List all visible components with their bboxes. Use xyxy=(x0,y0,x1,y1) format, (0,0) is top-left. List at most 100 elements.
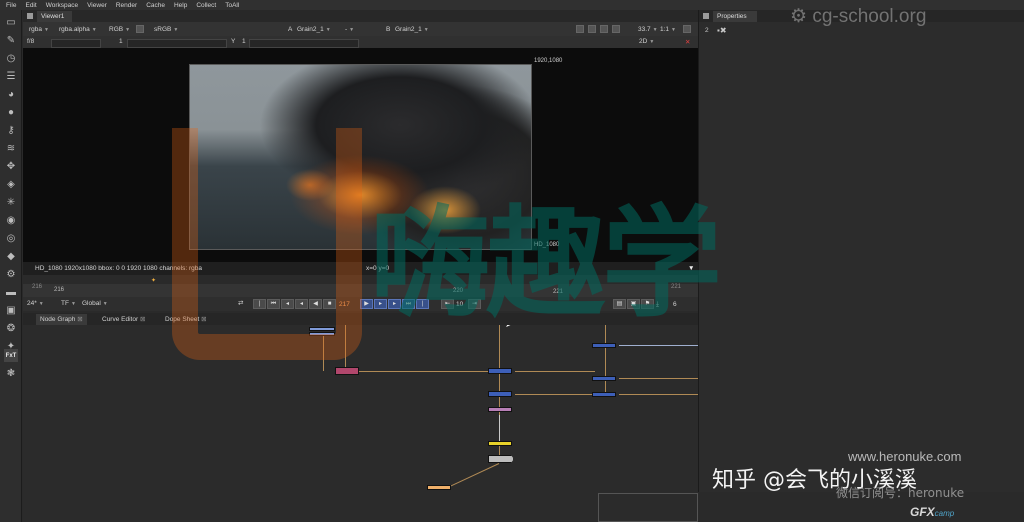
tab-viewer1[interactable]: Viewer1 xyxy=(37,11,73,22)
menu-toall[interactable]: ToAll xyxy=(225,2,239,9)
render-icon[interactable] xyxy=(600,25,608,33)
menu-file[interactable]: File xyxy=(6,2,16,9)
grade-node[interactable] xyxy=(592,392,616,397)
fstop-label: f/8 xyxy=(27,38,35,45)
menu-edit[interactable]: Edit xyxy=(25,2,36,9)
wire xyxy=(619,394,698,395)
wire xyxy=(448,463,500,488)
view-mode-dropdown[interactable]: 2D ▼ xyxy=(639,37,654,46)
y-field[interactable]: 1 xyxy=(242,38,246,45)
pause-icon[interactable] xyxy=(612,25,620,33)
image-icon[interactable]: ▣ xyxy=(4,304,18,317)
input-a-label: A xyxy=(288,26,293,33)
gear-icon[interactable]: ❃ xyxy=(4,367,18,380)
filter-node[interactable] xyxy=(488,407,512,412)
tab-node-graph[interactable]: Node Graph ⊠ xyxy=(36,314,87,325)
menu-cache[interactable]: Cache xyxy=(146,2,165,9)
viewer-controls: rgba ▼ rgba.alpha ▼ RGB ▼ sRGB ▼ A Grain2_1 ▼… xyxy=(23,22,698,36)
input-b-label: B xyxy=(386,26,391,33)
range-dropdown[interactable]: Global ▼ xyxy=(82,299,108,308)
timeline-start-marker: 216 xyxy=(54,287,65,293)
time-icon[interactable]: ◷ xyxy=(4,52,18,65)
wechat-watermark: 微信订阅号：heronuke xyxy=(836,486,965,500)
roi-icon[interactable] xyxy=(136,25,144,33)
tab-curve-editor[interactable]: Curve Editor ⊠ xyxy=(98,314,149,325)
backdrop-node[interactable] xyxy=(598,493,698,522)
wire xyxy=(358,371,488,372)
brand-watermark: 嗨趣学 xyxy=(370,195,722,334)
color-icon[interactable]: ◕ xyxy=(4,88,18,101)
metadata-icon[interactable]: ◆ xyxy=(4,250,18,263)
toolsets-icon[interactable]: ⚙ xyxy=(4,268,18,281)
wipe-dropdown[interactable]: - ▼ xyxy=(345,25,354,34)
pane-menu-icon[interactable] xyxy=(27,13,33,19)
wire xyxy=(605,325,606,393)
merge-node[interactable] xyxy=(335,367,359,375)
viewer-node[interactable] xyxy=(488,441,512,446)
y-label: Y xyxy=(231,38,236,45)
gear-icon: ⚙ xyxy=(790,6,808,27)
draw-icon[interactable]: ✎ xyxy=(4,34,18,47)
write-node[interactable] xyxy=(488,455,514,463)
gfx-logo: GFXcamp xyxy=(910,505,955,519)
playhead-icon[interactable]: ✦ xyxy=(151,277,156,284)
node-toolbar: ▭ ✎ ◷ ☰ ◕ ● ⚷ ≋ ✥ ◈ ✳ ◉ ◎ ◆ ⚙ ▬ ▣ ❂ ✦ Fx… xyxy=(0,10,22,522)
fps-dropdown[interactable]: 24* ▼ xyxy=(27,299,44,308)
particles-icon[interactable]: ✳ xyxy=(4,196,18,209)
brand-logo-watermark xyxy=(172,128,362,360)
input-b-dropdown[interactable]: Grain2_1 ▼ xyxy=(395,25,429,34)
transform-icon[interactable]: ✥ xyxy=(4,160,18,173)
menu-viewer[interactable]: Viewer xyxy=(87,2,107,9)
format-top-right: 1920,1080 xyxy=(534,58,563,64)
menu-workspace[interactable]: Workspace xyxy=(46,2,78,9)
keyer-icon[interactable]: ⚷ xyxy=(4,124,18,137)
tab-properties[interactable]: Properties xyxy=(713,11,757,22)
properties-count[interactable]: 2 xyxy=(705,27,709,34)
grade-node[interactable] xyxy=(488,368,512,374)
layer-dropdown[interactable]: rgba ▼ xyxy=(29,25,49,34)
filter-icon[interactable]: ● xyxy=(4,106,18,119)
3d-icon[interactable]: ◈ xyxy=(4,178,18,191)
viewer-icon[interactable]: ▭ xyxy=(4,16,18,29)
viewer-gain-controls: f/8 1 Y 1 2D ▼ ✕ xyxy=(23,36,698,48)
wire xyxy=(515,371,595,372)
zoom-reset-icon[interactable] xyxy=(683,25,691,33)
channel-dropdown[interactable]: rgba.alpha ▼ xyxy=(59,25,97,34)
menu-render[interactable]: Render xyxy=(116,2,137,9)
views-icon[interactable]: ◎ xyxy=(4,232,18,245)
grade-node[interactable] xyxy=(592,343,616,348)
grade-node[interactable] xyxy=(592,376,616,381)
pane-menu-icon[interactable] xyxy=(703,13,709,19)
close-icon: ⊠ xyxy=(139,316,146,323)
gain-field[interactable]: 33.7 ▼ xyxy=(638,25,658,34)
tf-dropdown[interactable]: TF ▼ xyxy=(61,299,76,308)
close-icon[interactable]: ✕ xyxy=(685,38,690,46)
gamma-slider[interactable] xyxy=(127,39,227,48)
grade-node[interactable] xyxy=(488,391,512,397)
wire xyxy=(515,394,595,395)
timeline-start: 216 xyxy=(32,284,43,290)
other-icon[interactable]: ▬ xyxy=(4,286,18,299)
furnace-icon[interactable]: ❂ xyxy=(4,322,18,335)
frame-field-value[interactable]: 1 xyxy=(119,38,123,45)
menu-help[interactable]: Help xyxy=(174,2,187,9)
colorspace-dropdown[interactable]: sRGB ▼ xyxy=(154,25,178,34)
display-dropdown[interactable]: RGB ▼ xyxy=(109,25,130,34)
close-icon: ⊠ xyxy=(77,316,83,323)
proxy-icon[interactable] xyxy=(588,25,596,33)
grain-node[interactable] xyxy=(427,485,451,490)
zoom-dropdown[interactable]: 1:1 ▼ xyxy=(660,25,676,34)
clear-properties-icon[interactable]: ▪✖ xyxy=(717,26,727,35)
input-a-dropdown[interactable]: Grain2_1 ▼ xyxy=(297,25,331,34)
viewer-tab-bar: Viewer1 xyxy=(23,10,698,22)
deep-icon[interactable]: ◉ xyxy=(4,214,18,227)
wire xyxy=(499,415,500,443)
menu-collect[interactable]: Collect xyxy=(196,2,216,9)
fxt-icon[interactable]: FxT xyxy=(4,349,18,362)
node-graph-canvas[interactable]: ➤ xyxy=(23,325,698,522)
channel-icon[interactable]: ☰ xyxy=(4,70,18,83)
gain-slider[interactable] xyxy=(51,39,101,48)
clip-warning-icon[interactable] xyxy=(576,25,584,33)
y-slider[interactable] xyxy=(249,39,359,48)
merge-icon[interactable]: ≋ xyxy=(4,142,18,155)
